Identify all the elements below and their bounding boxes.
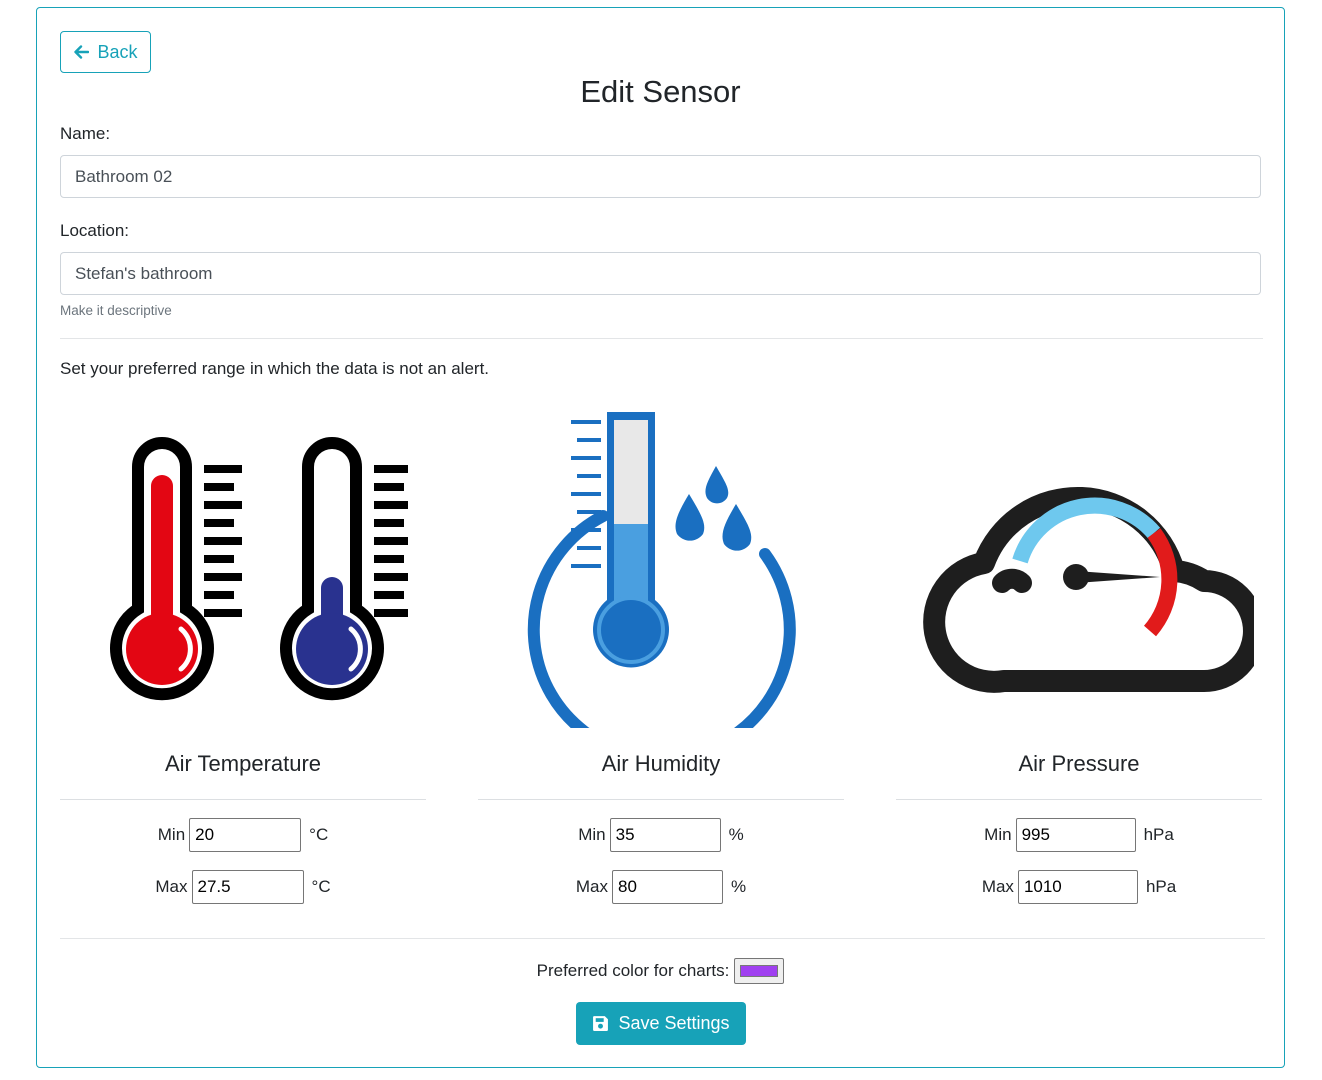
temperature-min-input[interactable]: 20 xyxy=(189,818,302,852)
sensor-column-pressure: Air Pressure Min 995 hPa Max 1010 hPa xyxy=(896,398,1262,904)
back-label: Back xyxy=(97,41,138,62)
back-button[interactable]: Back xyxy=(60,31,151,73)
sensor-title: Air Pressure xyxy=(1018,751,1140,776)
unit-label: hPa xyxy=(1145,877,1177,896)
divider xyxy=(60,799,426,800)
location-help-text: Make it descriptive xyxy=(60,303,172,318)
sensor-title: Air Temperature xyxy=(164,751,322,776)
humidity-min-input[interactable]: 35 xyxy=(609,818,721,852)
max-label: Max xyxy=(575,877,608,896)
divider xyxy=(60,938,1265,939)
chart-color-picker[interactable] xyxy=(734,958,785,984)
min-label: Min xyxy=(157,825,186,844)
arrow-left-icon xyxy=(74,45,90,59)
edit-sensor-card: Back Edit Sensor Name: Bathroom 02 Locat… xyxy=(36,7,1285,1068)
min-label: Min xyxy=(578,825,606,844)
unit-label: hPa xyxy=(1143,825,1174,844)
divider xyxy=(896,799,1262,800)
save-settings-button[interactable]: Save Settings xyxy=(576,1002,746,1045)
color-swatch-fill xyxy=(740,965,779,977)
save-icon xyxy=(593,1016,609,1031)
save-label: Save Settings xyxy=(618,1013,730,1033)
divider xyxy=(60,338,1263,339)
location-label: Location: xyxy=(60,221,129,240)
sensor-column-temperature: Air Temperature Min 20 °C Max 27.5 °C xyxy=(60,398,426,904)
unit-label: % xyxy=(728,825,744,844)
unit-label: °C xyxy=(311,877,331,896)
max-label: Max xyxy=(155,877,188,896)
pressure-max-input[interactable]: 1010 xyxy=(1017,870,1138,904)
unit-label: °C xyxy=(309,825,329,844)
chart-color-row: Preferred color for charts: xyxy=(37,958,1284,984)
pressure-min-input[interactable]: 995 xyxy=(1015,818,1136,852)
name-label: Name: xyxy=(60,124,111,143)
page-title: Edit Sensor xyxy=(580,74,741,109)
sensor-column-humidity: Air Humidity Min 35 % Max 80 % xyxy=(478,398,844,904)
thermometers-icon xyxy=(60,398,426,728)
humidity-thermometer-icon xyxy=(478,398,844,728)
min-label: Min xyxy=(984,825,1012,844)
pressure-gauge-cloud-icon xyxy=(896,398,1262,728)
chart-color-label: Preferred color for charts: xyxy=(536,961,730,980)
name-input[interactable]: Bathroom 02 xyxy=(60,155,1261,198)
location-input[interactable]: Stefan's bathroom xyxy=(60,252,1261,295)
range-hint: Set your preferred range in which the da… xyxy=(60,359,490,378)
divider xyxy=(478,799,844,800)
temperature-max-input[interactable]: 27.5 xyxy=(191,870,304,904)
unit-label: % xyxy=(731,877,747,896)
humidity-max-input[interactable]: 80 xyxy=(612,870,723,904)
sensor-title: Air Humidity xyxy=(601,751,721,776)
max-label: Max xyxy=(981,877,1014,896)
